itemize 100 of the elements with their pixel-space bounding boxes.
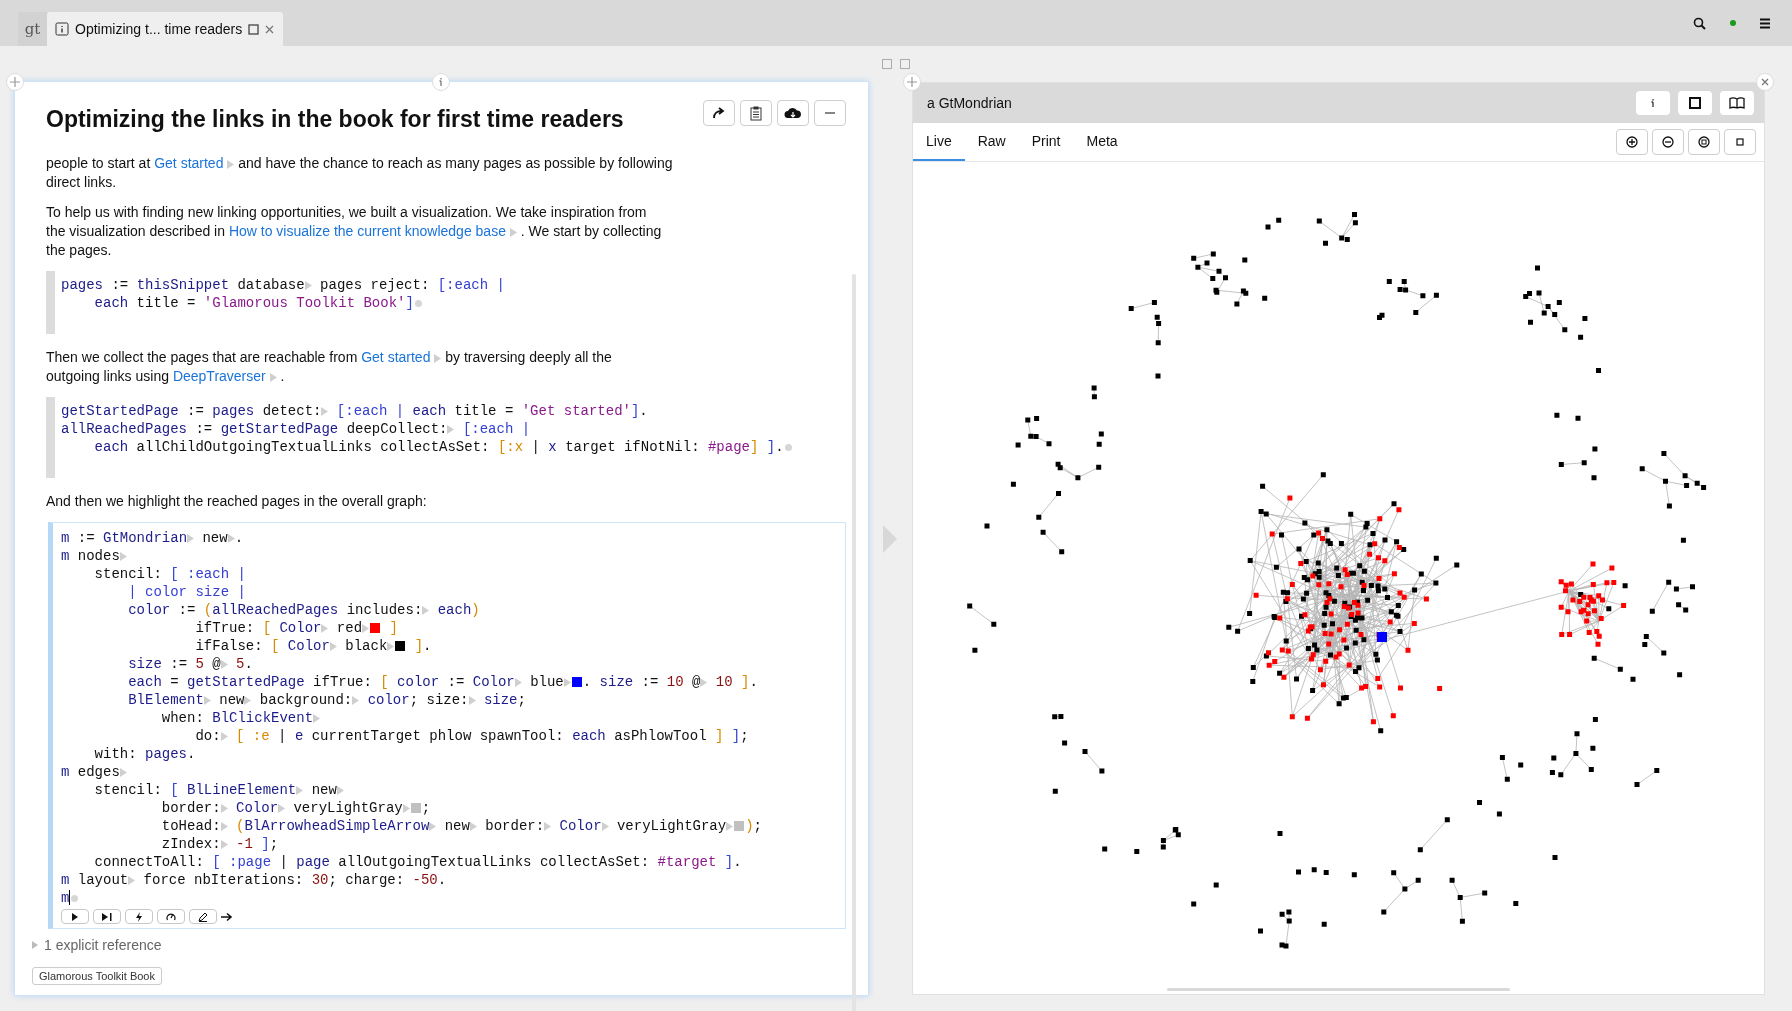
- expand-triangle-icon[interactable]: [128, 875, 136, 885]
- clipboard-button[interactable]: [740, 100, 772, 126]
- minus-icon: [825, 112, 835, 114]
- fit-button[interactable]: [1688, 129, 1720, 155]
- square-icon[interactable]: [900, 59, 910, 69]
- expand-triangle-icon[interactable]: [321, 406, 329, 416]
- code-line: stencil: [ BlLineElement new: [61, 781, 837, 799]
- expand-triangle-icon[interactable]: [726, 821, 734, 831]
- expand-triangle-icon[interactable]: [269, 372, 277, 382]
- search-icon[interactable]: [1693, 16, 1706, 30]
- expand-triangle-icon[interactable]: [119, 767, 127, 777]
- paragraph: And then we highlight the reached pages in the overall graph:: [46, 492, 428, 511]
- expand-triangle-icon[interactable]: [563, 677, 571, 687]
- expand-triangle-icon[interactable]: [352, 695, 360, 705]
- square-icon[interactable]: [882, 59, 892, 69]
- code-line: size := 5 @ 5.: [127, 655, 254, 673]
- square-icon: [1736, 138, 1744, 146]
- expand-triangle-icon[interactable]: [509, 227, 517, 237]
- maximize-button[interactable]: [1678, 91, 1712, 115]
- run-inspect-button[interactable]: [93, 909, 121, 924]
- collapse-triangle-icon[interactable]: [32, 941, 38, 949]
- expand-triangle-icon[interactable]: [119, 551, 127, 561]
- tab-title: Optimizing t... time readers: [75, 21, 243, 37]
- zoom-out-button[interactable]: [1652, 129, 1684, 155]
- code-line: border: Color veryLightGray ;: [160, 799, 432, 817]
- expand-triangle-icon[interactable]: [544, 821, 552, 831]
- info-button[interactable]: [1636, 91, 1670, 115]
- code-line: ifTrue: [ Color red ]: [194, 619, 399, 637]
- zoom-in-button[interactable]: [1616, 129, 1648, 155]
- play-bar-icon: [101, 912, 113, 921]
- expand-triangle-icon[interactable]: [422, 605, 430, 615]
- expand-triangle-icon[interactable]: [468, 695, 476, 705]
- plus-icon: [10, 77, 20, 87]
- view-tab[interactable]: Print: [1018, 123, 1074, 161]
- link[interactable]: DeepTraverser: [172, 368, 266, 384]
- expand-triangle-icon[interactable]: [429, 821, 437, 831]
- expand-triangle-icon[interactable]: [304, 280, 312, 290]
- expand-triangle-icon[interactable]: [227, 533, 235, 543]
- menu-icon[interactable]: [1760, 17, 1770, 29]
- link[interactable]: Get started: [361, 349, 431, 365]
- code-line: ifFalse: [ Color black ].: [194, 637, 433, 655]
- expand-triangle-icon[interactable]: [434, 353, 442, 363]
- expand-triangle-icon[interactable]: [336, 785, 344, 795]
- page-title: Optimizing the links in the book for first time readers: [46, 105, 624, 134]
- close-button[interactable]: [1756, 73, 1774, 91]
- expand-triangle-icon[interactable]: [387, 641, 395, 651]
- book-button[interactable]: [1720, 91, 1754, 115]
- paragraph: Then we collect the pages that are reachable from Get started by traversing deeply all the outgoing links using DeepTraverser .: [46, 348, 613, 386]
- expand-triangle-icon[interactable]: [313, 713, 321, 723]
- inspector-title: a GtMondrian: [927, 95, 1012, 111]
- run-button[interactable]: [61, 909, 89, 924]
- edit-button[interactable]: [189, 909, 217, 924]
- code-line: m nodes: [61, 547, 837, 565]
- maximize-icon[interactable]: [248, 23, 260, 35]
- add-button[interactable]: [903, 73, 921, 91]
- app-logo[interactable]: gt: [18, 12, 47, 46]
- add-button[interactable]: [6, 73, 24, 91]
- expand-triangle-icon[interactable]: [601, 821, 609, 831]
- share-button[interactable]: [703, 100, 735, 126]
- close-icon[interactable]: [265, 24, 275, 34]
- book-tag[interactable]: Glamorous Toolkit Book: [32, 967, 162, 985]
- link[interactable]: How to visualize the current knowledge base: [228, 223, 506, 239]
- link[interactable]: Get started: [154, 155, 224, 171]
- expand-triangle-icon[interactable]: [402, 803, 410, 813]
- code-line: | color size |: [127, 583, 247, 601]
- cloud-button[interactable]: [777, 100, 809, 126]
- minimize-button[interactable]: [814, 100, 846, 126]
- book-icon: [1729, 97, 1745, 109]
- expand-triangle-icon[interactable]: [220, 659, 228, 669]
- code-line: BlElement new background: color; size: size;: [127, 691, 527, 709]
- info-button[interactable]: [432, 73, 450, 91]
- page-tab[interactable]: Optimizing t... time readers: [47, 12, 283, 46]
- view-tab[interactable]: Raw: [964, 123, 1019, 161]
- arrow-right-icon[interactable]: [221, 911, 233, 922]
- code-line: m := GtMondrian new .: [61, 529, 245, 547]
- close-icon: [1761, 78, 1769, 86]
- clipboard-icon: [750, 105, 762, 121]
- expand-triangle-icon[interactable]: [362, 623, 370, 633]
- code-line: do: [ :e | e currentTarget phlow spawnTool: each asPhlowTool ] ];: [194, 727, 750, 745]
- expand-triangle-icon[interactable]: [700, 677, 708, 687]
- view-tab[interactable]: Live: [913, 123, 965, 161]
- code-line: m: [61, 889, 837, 907]
- play-icon: [71, 912, 79, 921]
- expand-triangle-icon[interactable]: [220, 731, 228, 741]
- curved-arrow-icon: [712, 107, 726, 119]
- code-editor[interactable]: [48, 522, 846, 929]
- code-line: getStartedPage := pages detect: [:each | each title = 'Get started'].: [61, 402, 649, 420]
- actual-size-button[interactable]: [1724, 129, 1756, 155]
- expand-triangle-icon[interactable]: [514, 677, 522, 687]
- expand-triangle-icon[interactable]: [227, 159, 235, 169]
- expand-triangle-icon[interactable]: [447, 424, 455, 434]
- expand-triangle-icon[interactable]: [187, 533, 195, 543]
- reference-label[interactable]: 1 explicit reference: [44, 937, 162, 953]
- scrollbar[interactable]: [1167, 988, 1510, 991]
- expand-triangle-icon[interactable]: [244, 695, 252, 705]
- gauge-button[interactable]: [157, 909, 185, 924]
- expand-triangle-icon[interactable]: [469, 821, 477, 831]
- view-tab[interactable]: Meta: [1073, 123, 1131, 161]
- expand-triangle-icon[interactable]: [203, 695, 211, 705]
- lightning-button[interactable]: [125, 909, 153, 924]
